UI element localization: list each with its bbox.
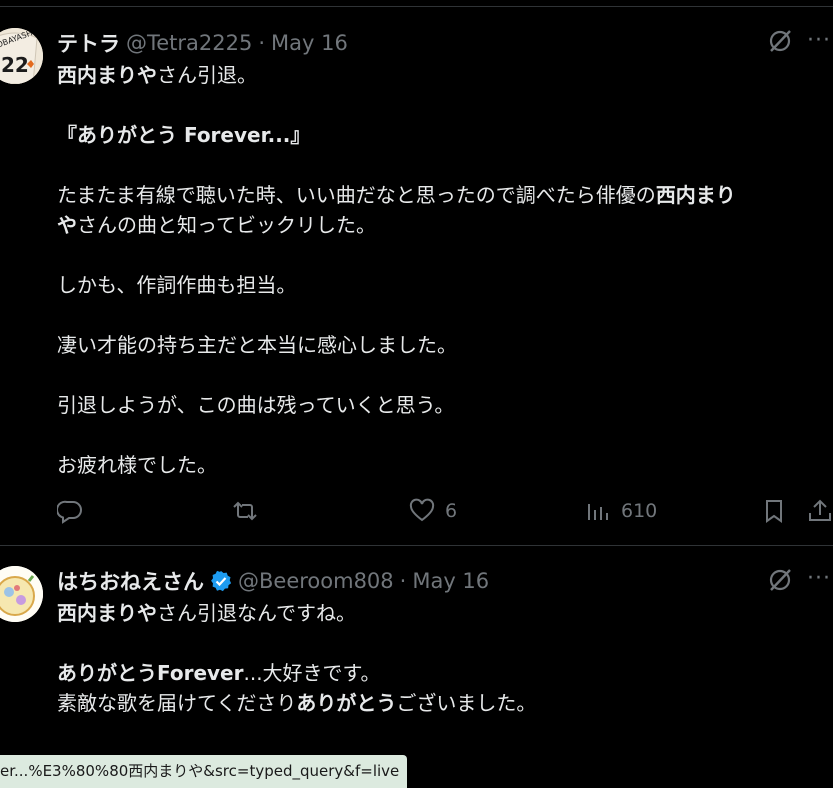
highlight-text: ありがとうForever	[57, 661, 244, 685]
more-options-icon[interactable]: ···	[807, 28, 831, 53]
highlight-text: 西内まりや	[57, 63, 157, 87]
text-line: たまたま有線で聴いた時、いい曲だなと思ったので調べたら俳優の	[57, 183, 656, 207]
views-icon	[588, 504, 608, 520]
highlight-text: 西内まり	[655, 183, 736, 207]
text-line: しかも、作詞作曲も担当。	[57, 273, 297, 297]
display-name[interactable]: はちおねえさん	[57, 566, 204, 596]
views-count: 610	[621, 500, 658, 522]
tweet-text: 西内まりやさん引退なんですね。 ありがとうForever...大好きです。 素敵…	[57, 598, 827, 718]
highlight-text: 西内まりや	[57, 601, 157, 625]
views-button[interactable]: 610	[585, 498, 657, 524]
text-line: 引退しようが、この曲は残っていくと思う。	[57, 393, 455, 417]
status-bar-url: er...%E3%80%80西内まりや&src=typed_query&f=li…	[0, 755, 408, 788]
retweet-icon	[233, 501, 257, 521]
bookmark-icon	[766, 500, 782, 523]
text-line: さん引退。	[157, 63, 257, 87]
like-count: 6	[445, 500, 458, 522]
grok-icon[interactable]	[767, 28, 793, 54]
tweet-date[interactable]: May 16	[271, 31, 348, 55]
text-line: 凄い才能の持ち主だと本当に感心しました。	[57, 333, 457, 357]
tweet-header: テトラ @Tetra2225 · May 16	[57, 28, 348, 58]
share-icon	[809, 499, 831, 521]
svg-text:22: 22	[1, 53, 29, 77]
verified-badge-icon[interactable]	[210, 570, 232, 592]
tweet-header: はちおねえさん @Beeroom808 · May 16	[57, 566, 489, 596]
tweet-actions: 6 610	[0, 498, 833, 528]
text-line: さん引退なんですね。	[157, 601, 356, 625]
tweet-date[interactable]: May 16	[412, 569, 489, 593]
text-line: 素敵な歌を届けてくださり	[57, 691, 297, 715]
top-divider	[0, 6, 833, 7]
tweet-text: 西内まりやさん引退。 『ありがとう Forever...』 たまたま有線で聴いた…	[57, 60, 827, 480]
like-button[interactable]: 6	[409, 498, 457, 524]
text-line: 『ありがとう Forever...』	[57, 123, 311, 147]
text-line: さんの曲と知ってビックリした。	[77, 213, 376, 237]
share-button[interactable]	[807, 498, 833, 524]
tweet-divider	[0, 545, 833, 546]
text-line: お疲れ様でした。	[57, 453, 217, 477]
text-line: ...大好きです。	[243, 661, 381, 685]
heart-icon	[409, 498, 435, 522]
text-line: ございました。	[396, 691, 537, 715]
more-options-icon[interactable]: ···	[807, 566, 831, 591]
reply-icon	[57, 500, 82, 524]
display-name[interactable]: テトラ	[57, 28, 120, 58]
separator: ·	[399, 569, 407, 593]
avatar[interactable]: KOBAYASHI 22	[0, 28, 43, 84]
retweet-button[interactable]	[232, 498, 258, 524]
user-handle[interactable]: @Beeroom808	[238, 569, 394, 593]
grok-icon[interactable]	[767, 567, 793, 593]
highlight-text: や	[57, 213, 77, 237]
bookmark-button[interactable]	[761, 498, 787, 524]
highlight-text: ありがとう	[296, 691, 397, 715]
reply-button[interactable]	[57, 498, 83, 524]
avatar[interactable]	[0, 566, 43, 622]
user-handle[interactable]: @Tetra2225	[126, 31, 252, 55]
separator: ·	[258, 31, 266, 55]
